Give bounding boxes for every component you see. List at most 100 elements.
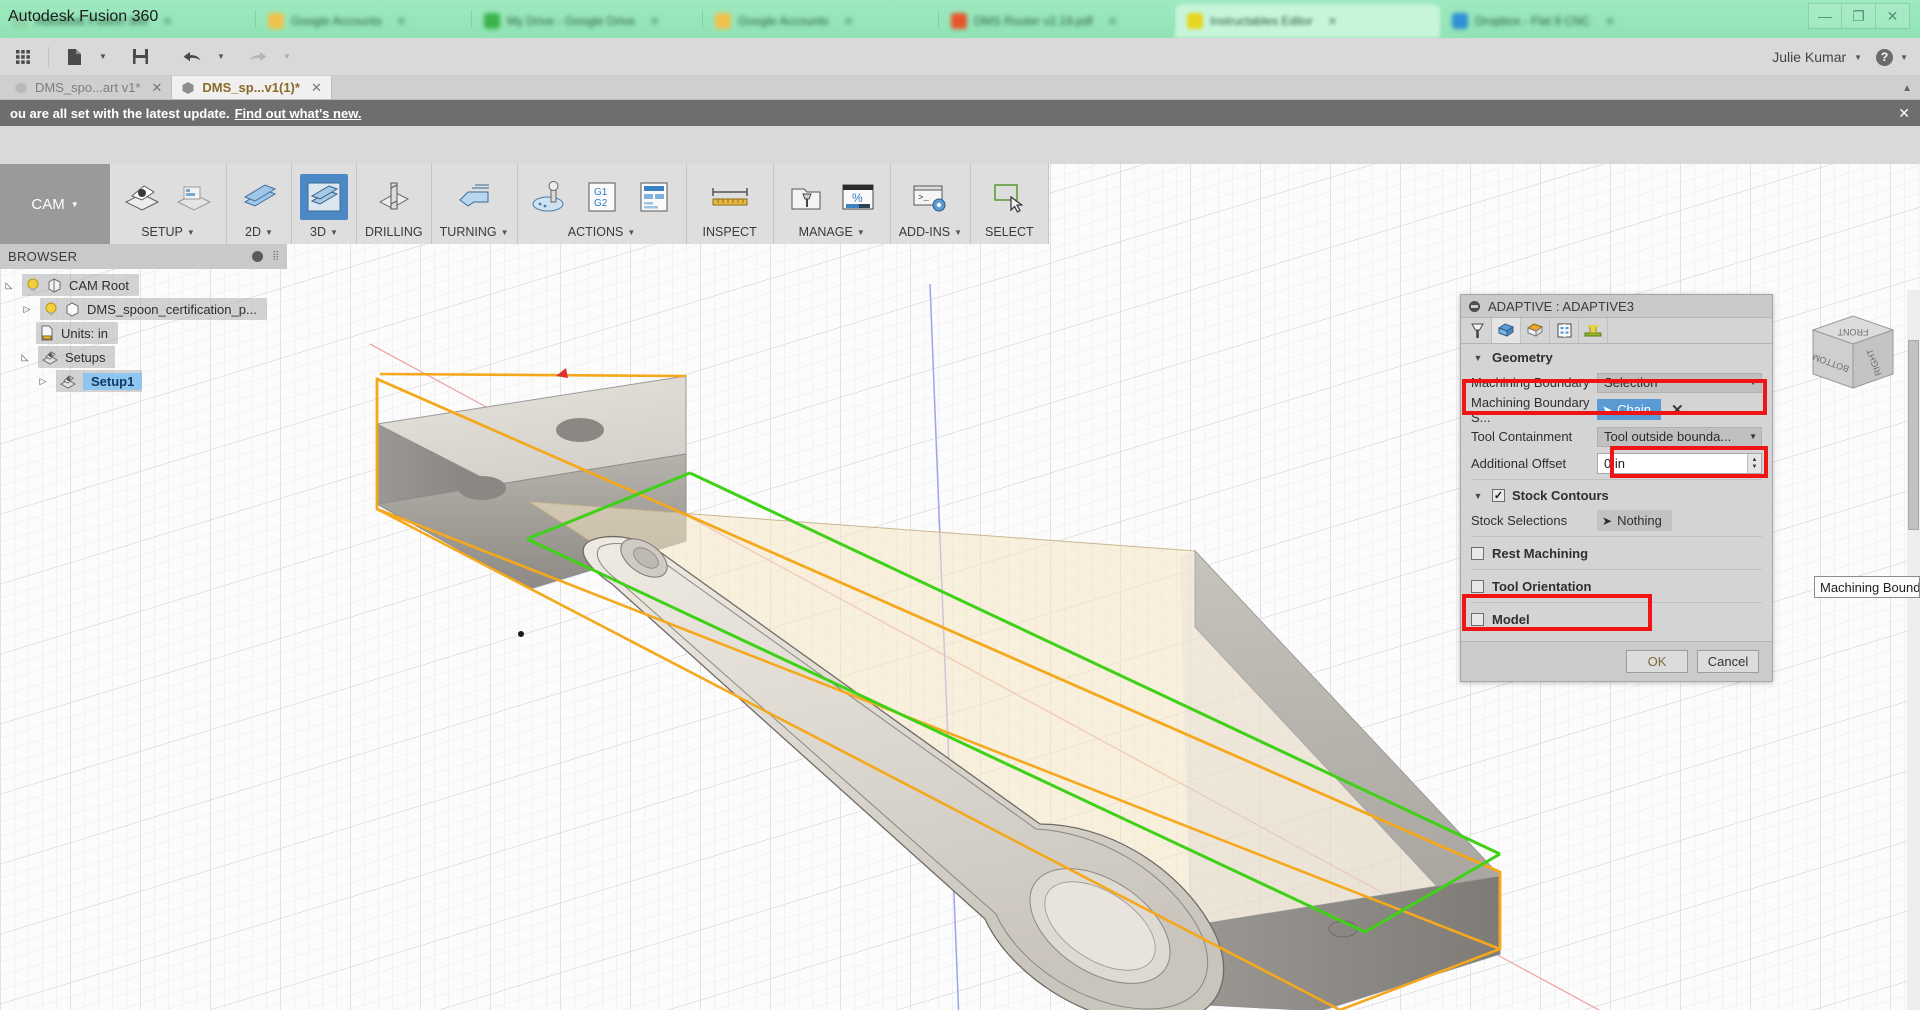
tool-library-icon[interactable] <box>782 174 830 220</box>
ribbon-group-label[interactable]: SELECT <box>985 225 1034 244</box>
help-menu[interactable]: ? ▼ <box>1876 48 1908 66</box>
browser-tab[interactable]: My Drive - Google Drive ✕ <box>472 4 702 38</box>
banner-link[interactable]: Find out what's new. <box>235 106 362 121</box>
browser-tab[interactable]: Google Accounts ✕ <box>703 4 938 38</box>
post-process-g1g2-icon[interactable]: G1 G2 <box>578 174 626 220</box>
close-button[interactable]: ✕ <box>1876 3 1910 29</box>
cancel-button[interactable]: Cancel <box>1697 650 1759 673</box>
ribbon-group-label[interactable]: MANAGE ▼ <box>799 225 865 244</box>
tree-item-setups[interactable]: ◺ Setups <box>0 345 287 369</box>
tab-passes[interactable] <box>1550 318 1579 343</box>
select-cursor-icon[interactable] <box>985 174 1033 220</box>
ribbon-group-label[interactable]: 2D ▼ <box>245 225 273 244</box>
chain-selection-button[interactable]: ➤ Chain <box>1597 399 1662 420</box>
additional-offset-input[interactable]: 0 in ▲ ▼ <box>1597 453 1762 474</box>
close-icon[interactable]: ✕ <box>844 15 853 28</box>
panel-grip-icon[interactable]: ⦙⦙ <box>273 249 279 264</box>
3d-milling-icon[interactable] <box>300 173 348 220</box>
measure-ruler-icon[interactable] <box>706 174 754 220</box>
minimize-button[interactable]: — <box>1808 3 1842 29</box>
close-icon[interactable]: ✕ <box>152 80 163 96</box>
percent-icon[interactable]: % <box>834 174 882 220</box>
collapse-icon[interactable] <box>252 251 263 262</box>
section-header-stock-contours[interactable]: ▼ ✓ Stock Contours <box>1461 482 1772 507</box>
stock-contours-checkbox[interactable]: ✓ <box>1492 489 1505 502</box>
stock-selection-button[interactable]: ➤ Nothing <box>1597 510 1672 531</box>
clear-selection-icon[interactable]: ✕ <box>1671 401 1684 419</box>
2d-milling-icon[interactable] <box>235 174 283 220</box>
tool-containment-select[interactable]: Tool outside bounda... ▼ <box>1597 426 1762 447</box>
redo-arrow-icon[interactable] <box>241 42 275 72</box>
ribbon-group-label[interactable]: ADD-INS ▼ <box>899 225 962 244</box>
tool-orientation-checkbox[interactable] <box>1471 579 1484 593</box>
close-icon[interactable]: ✕ <box>1605 15 1614 28</box>
simulate-icon[interactable] <box>526 174 574 220</box>
section-header-geometry[interactable]: ▼ Geometry <box>1461 344 1772 369</box>
new-document-icon[interactable] <box>57 42 91 72</box>
chevron-down-icon: ▼ <box>500 227 509 237</box>
ok-button[interactable]: OK <box>1626 650 1688 673</box>
maximize-button[interactable]: ❐ <box>1842 3 1876 29</box>
undo-arrow-icon[interactable] <box>175 42 209 72</box>
browser-tab[interactable]: Google Accounts ✕ <box>256 4 471 38</box>
tab-geometry[interactable] <box>1492 318 1521 343</box>
ribbon-group-label[interactable]: SETUP ▼ <box>141 225 195 244</box>
tab-heights[interactable] <box>1521 318 1550 343</box>
close-icon[interactable]: ✕ <box>1328 15 1337 28</box>
machining-boundary-select[interactable]: Selection ▼ <box>1597 372 1762 393</box>
save-icon[interactable] <box>123 42 157 72</box>
banner-close-icon[interactable]: ✕ <box>1898 105 1910 122</box>
undo-dropdown[interactable]: ▼ <box>211 42 231 72</box>
dialog-body: ▼ Geometry Machining Boundary Selection … <box>1461 344 1772 633</box>
setup-icon[interactable] <box>118 174 166 220</box>
browser-tab[interactable]: Dropbox - Flat 9 CNC ✕ <box>1440 4 1670 38</box>
user-menu[interactable]: Julie Kumar ▼ <box>1772 49 1862 65</box>
drilling-icon[interactable] <box>370 174 418 220</box>
new-document-dropdown[interactable]: ▼ <box>93 42 113 72</box>
close-icon[interactable]: ✕ <box>650 15 659 28</box>
section-tool-orientation[interactable]: Tool Orientation <box>1461 572 1772 600</box>
scripts-addins-icon[interactable]: >_ <box>906 174 954 220</box>
model-checkbox[interactable] <box>1471 612 1484 626</box>
redo-dropdown[interactable]: ▼ <box>277 42 297 72</box>
document-tab[interactable]: DMS_spo...art v1* ✕ <box>0 76 173 99</box>
label-text: SETUP <box>141 225 183 239</box>
view-cube[interactable]: FRONT BOTTOM RIGHT <box>1795 302 1910 410</box>
expander-expanded-icon[interactable]: ◺ <box>2 280 16 291</box>
setup-sheet-icon[interactable] <box>630 174 678 220</box>
ribbon-group-label[interactable]: DRILLING <box>365 225 423 244</box>
setup-folder-icon[interactable] <box>170 174 218 220</box>
close-icon[interactable]: ✕ <box>311 80 322 96</box>
browser-tab-active[interactable]: Instructables Editor ✕ <box>1175 4 1440 38</box>
close-icon[interactable]: ✕ <box>397 15 406 28</box>
3d-viewport[interactable]: CAM ▼ SETUP ▼ 2D ▼ 3D ▼ DRILLING TURNING… <box>0 164 1920 1010</box>
tree-item-component[interactable]: ▷ DMS_spoon_certification_p... <box>0 297 287 321</box>
document-tabs-overflow[interactable]: ▲ <box>1902 76 1912 100</box>
stepper-icon[interactable]: ▲ ▼ <box>1747 454 1761 473</box>
close-icon[interactable]: ✕ <box>1108 15 1117 28</box>
expander-collapsed-icon[interactable]: ▷ <box>36 376 50 387</box>
workspace-switcher[interactable]: CAM ▼ <box>0 164 110 244</box>
ribbon-group-label[interactable]: INSPECT <box>703 225 757 244</box>
expander-expanded-icon[interactable]: ◺ <box>18 352 32 363</box>
apps-grid-icon[interactable] <box>6 42 40 72</box>
tree-item-units[interactable]: Units: in <box>0 321 287 345</box>
lightbulb-icon[interactable] <box>44 302 58 317</box>
section-model[interactable]: Model <box>1461 605 1772 633</box>
close-icon[interactable]: ✕ <box>163 15 172 28</box>
ribbon-group-label[interactable]: TURNING ▼ <box>440 225 509 244</box>
section-rest-machining[interactable]: Rest Machining <box>1461 539 1772 567</box>
rest-machining-checkbox[interactable] <box>1471 546 1484 560</box>
tab-tool[interactable] <box>1463 318 1492 343</box>
divider <box>1471 602 1762 603</box>
expander-collapsed-icon[interactable]: ▷ <box>20 304 34 315</box>
ribbon-group-label[interactable]: 3D ▼ <box>310 225 338 244</box>
tree-item-setup1[interactable]: ▷ Setup1 <box>0 369 287 393</box>
lightbulb-icon[interactable] <box>26 278 40 293</box>
tab-linking[interactable] <box>1579 318 1608 343</box>
ribbon-group-label[interactable]: ACTIONS ▼ <box>568 225 635 244</box>
document-tab-active[interactable]: DMS_sp...v1(1)* ✕ <box>172 76 332 99</box>
tree-item-cam-root[interactable]: ◺ CAM Root <box>0 273 287 297</box>
turning-icon[interactable] <box>450 174 498 220</box>
browser-tab[interactable]: DMS Router v2.19.pdf ✕ <box>939 4 1174 38</box>
